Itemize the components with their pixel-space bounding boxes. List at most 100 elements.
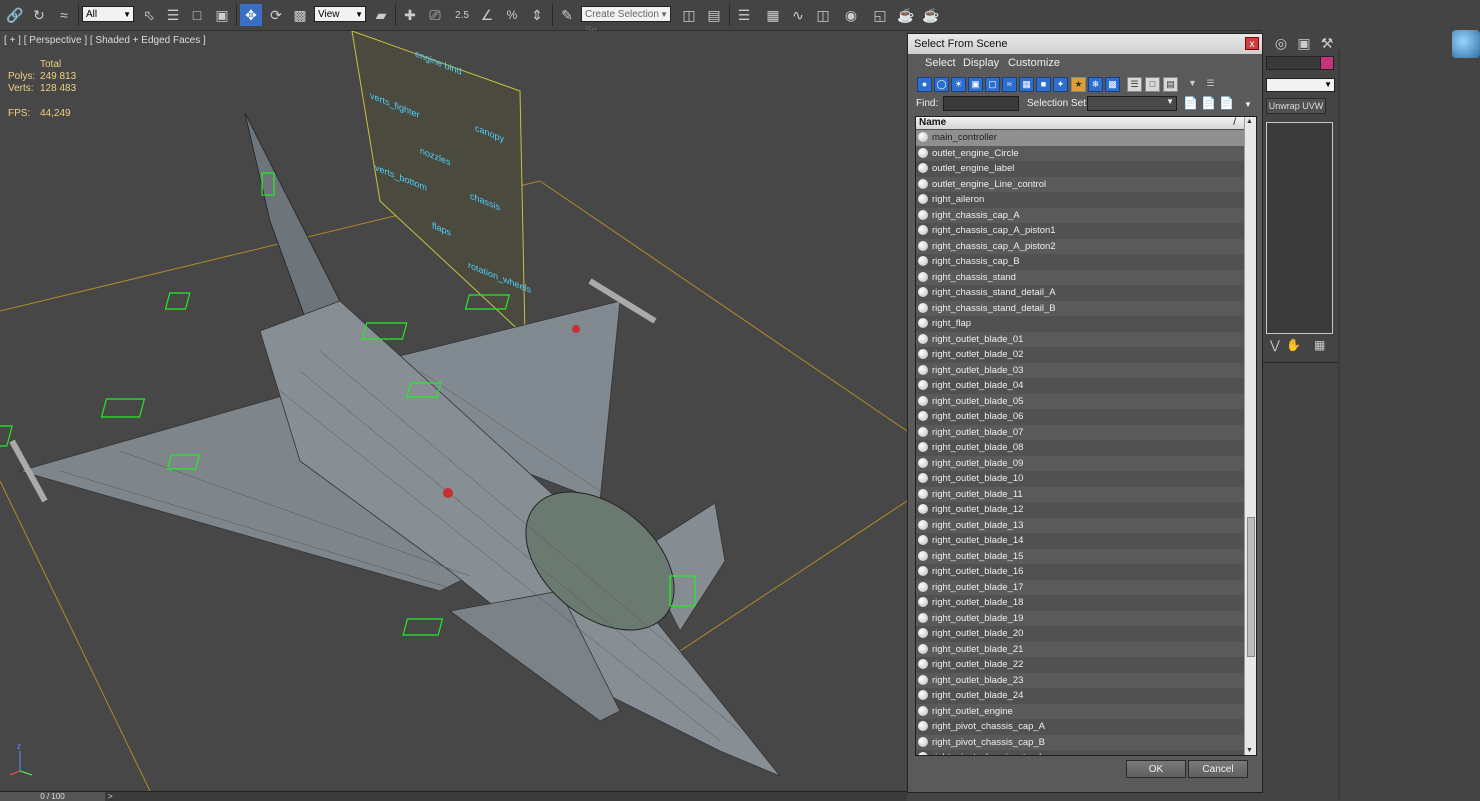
list-item[interactable]: right_outlet_blade_14 [916,533,1244,549]
list-item[interactable]: right_pivot_chassis_stand [916,750,1244,755]
bind-spacewarp-icon[interactable]: ≈ [53,4,75,26]
select-rotate-icon[interactable]: ⟳ [265,4,287,26]
list-item[interactable]: right_outlet_blade_20 [916,626,1244,642]
layer-manager-icon[interactable]: ☰ [733,4,755,26]
new-selection-set-icon[interactable]: 📄 [1183,96,1198,110]
list-item[interactable]: right_outlet_blade_22 [916,657,1244,673]
utilities-tab-icon[interactable]: ⚒ [1316,32,1338,54]
mirror-icon[interactable]: ◫ [678,4,700,26]
dialog-title-bar[interactable]: Select From Scene x [908,34,1262,54]
list-item[interactable]: right_outlet_blade_03 [916,362,1244,378]
motion-tab-icon[interactable]: ◎ [1270,32,1292,54]
viewport-label[interactable]: [ + ] [ Perspective ] [ Shaded + Edged F… [4,35,206,46]
list-item[interactable]: outlet_engine_label [916,161,1244,177]
percent-snap-icon[interactable]: % [501,4,523,26]
display-cameras-icon[interactable]: ▣ [968,77,983,92]
modifier-list-select[interactable]: ▼ [1266,78,1335,92]
display-containers-icon[interactable]: ★ [1071,77,1086,92]
object-color-swatch[interactable] [1320,56,1334,70]
find-input[interactable] [943,96,1019,111]
hierarchy-filter-icon[interactable]: ☰ [1203,77,1218,92]
modifier-stack[interactable] [1266,122,1333,334]
unlink-icon[interactable]: ↻ [28,4,50,26]
display-frozen-icon[interactable]: ❄ [1088,77,1103,92]
list-item[interactable]: right_outlet_blade_04 [916,378,1244,394]
list-item[interactable]: right_outlet_blade_02 [916,347,1244,363]
add-to-set-icon[interactable]: 📄 [1201,96,1216,110]
menu-display[interactable]: Display [963,57,999,69]
window-crossing-icon[interactable]: ▣ [211,4,233,26]
perspective-viewport[interactable]: engine bind verts_fighter canopy nozzles… [0,31,907,791]
list-item[interactable]: right_outlet_blade_24 [916,688,1244,704]
select-invert-icon[interactable]: ▤ [1163,77,1178,92]
list-item[interactable]: outlet_engine_Circle [916,145,1244,161]
display-shapes-icon[interactable]: ◯ [934,77,949,92]
object-name-field[interactable] [1266,56,1322,70]
list-item[interactable]: right_chassis_cap_A [916,207,1244,223]
keyboard-shortcut-icon[interactable]: ⎚ [424,4,446,26]
list-item[interactable]: right_outlet_blade_15 [916,548,1244,564]
spinner-snap-icon[interactable]: ⇕ [526,4,548,26]
scroll-up-icon[interactable]: ▲ [1246,118,1253,125]
remove-from-set-icon[interactable]: 📄 [1219,96,1234,110]
list-scrollbar[interactable]: ▲ ▼ [1244,117,1256,755]
menu-select[interactable]: Select [925,57,956,69]
list-item[interactable]: right_chassis_cap_A_piston2 [916,238,1244,254]
display-spacewarps-icon[interactable]: ≈ [1002,77,1017,92]
list-item[interactable]: right_outlet_blade_12 [916,502,1244,518]
unwrap-uvw-button[interactable]: Unwrap UVW [1266,98,1326,114]
list-item[interactable]: right_outlet_blade_19 [916,610,1244,626]
list-item[interactable]: right_pivot_chassis_cap_B [916,734,1244,750]
manipulate-icon[interactable]: ✚ [399,4,421,26]
show-end-result-icon[interactable]: ✋ [1286,338,1301,352]
list-item[interactable]: right_outlet_blade_21 [916,641,1244,657]
display-bones-icon[interactable]: ✦ [1053,77,1068,92]
named-selection-set-select[interactable]: Create Selection Se▼ [581,6,671,36]
list-item[interactable]: right_chassis_stand_detail_B [916,300,1244,316]
display-hidden-icon[interactable]: ▩ [1105,77,1120,92]
pivot-center-icon[interactable]: ▰ [370,4,392,26]
list-item[interactable]: right_outlet_blade_17 [916,579,1244,595]
list-item[interactable]: right_outlet_blade_16 [916,564,1244,580]
list-item[interactable]: right_chassis_cap_B [916,254,1244,270]
select-none-icon[interactable]: □ [1145,77,1160,92]
select-all-icon[interactable]: ☰ [1127,77,1142,92]
pin-stack-icon[interactable]: ⋁ [1270,338,1280,352]
scene-object-list[interactable]: Name / main_controller outlet_engine_Circ… [915,116,1257,756]
cancel-button[interactable]: Cancel [1188,760,1248,778]
select-object-icon[interactable]: ⬁ [138,4,160,26]
list-item[interactable]: right_outlet_engine [916,703,1244,719]
align-icon[interactable]: ▤ [703,4,725,26]
list-item[interactable]: right_outlet_blade_10 [916,471,1244,487]
schematic-view-icon[interactable]: ◫ [812,4,834,26]
render-setup-icon[interactable]: ◱ [869,4,891,26]
select-scale-icon[interactable]: ▩ [289,4,311,26]
ok-button[interactable]: OK [1126,760,1186,778]
list-item[interactable]: right_chassis_stand_detail_A [916,285,1244,301]
select-by-name-icon[interactable]: ☰ [162,4,184,26]
list-item[interactable]: right_outlet_blade_09 [916,455,1244,471]
list-item[interactable]: main_controller [916,130,1244,146]
list-item[interactable]: right_flap [916,316,1244,332]
curve-editor-icon[interactable]: ∿ [787,4,809,26]
close-icon[interactable]: x [1245,37,1259,50]
configure-modifier-sets-icon[interactable]: ▦ [1314,338,1325,352]
angle-snap-icon[interactable]: ∠ [476,4,498,26]
display-tab-icon[interactable]: ▣ [1293,32,1315,54]
display-helpers-icon[interactable]: ▢ [985,77,1000,92]
render-production-icon[interactable]: ☕ [920,4,942,26]
list-item[interactable]: right_outlet_blade_18 [916,595,1244,611]
list-item[interactable]: right_outlet_blade_11 [916,486,1244,502]
selection-set-select[interactable]: ▼ [1087,96,1177,111]
graphite-ribbon-icon[interactable]: ▦ [762,4,784,26]
rendered-frame-icon[interactable]: ☕ [895,4,917,26]
list-item[interactable]: right_outlet_blade_08 [916,440,1244,456]
more-options-icon[interactable]: ▼ [1244,100,1252,109]
material-editor-icon[interactable]: ◉ [840,4,862,26]
list-item[interactable]: right_outlet_blade_23 [916,672,1244,688]
selection-filter-select[interactable]: All ▼ [82,6,134,22]
menu-customize[interactable]: Customize [1008,57,1060,69]
reference-coord-select[interactable]: View ▼ [314,6,366,22]
list-item[interactable]: right_outlet_blade_07 [916,424,1244,440]
list-item[interactable]: right_outlet_blade_05 [916,393,1244,409]
